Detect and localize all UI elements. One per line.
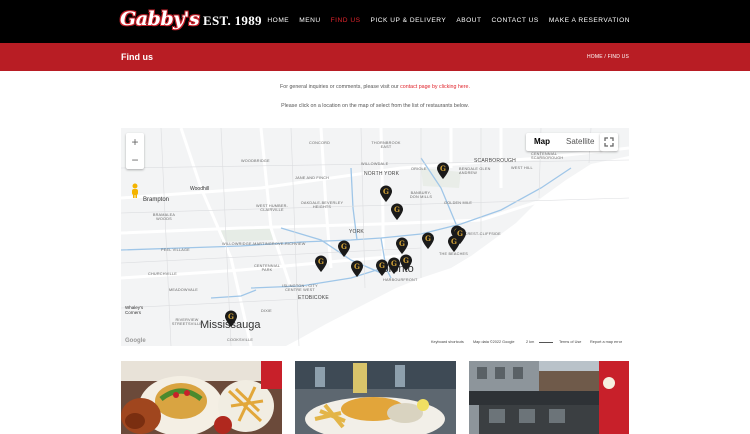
street-view-pegman-icon[interactable] — [129, 183, 141, 199]
map-label-etobicoke: ETOBICOKE — [298, 295, 329, 301]
map-scale-label: 2 km — [526, 340, 535, 344]
map-label-west-humber: WEST HUMBER-CLAIRVILLE — [255, 204, 289, 212]
nav-contact[interactable]: CONTACT US — [492, 17, 539, 24]
svg-text:G: G — [383, 187, 389, 196]
locations-map[interactable]: CONCORD THORNBROOK EAST WILLOWDALE NORTH… — [121, 128, 629, 346]
map-label-concord: CONCORD — [309, 141, 331, 145]
map-label-golden-mile: GOLDEN MILE — [444, 201, 473, 205]
svg-text:G: G — [403, 256, 409, 265]
location-pin[interactable]: G — [350, 260, 364, 278]
svg-text:G: G — [440, 164, 446, 173]
location-pin[interactable]: G — [395, 237, 409, 255]
svg-text:G: G — [451, 237, 457, 246]
map-label-centennial-scarborough: CENTENNIAL SCARBOROUGH — [531, 152, 564, 160]
svg-text:G: G — [425, 234, 431, 243]
location-pin[interactable]: G — [436, 162, 450, 180]
map-label-meadowvale: MEADOWVALE — [169, 288, 198, 292]
google-logo[interactable]: Google — [125, 338, 146, 344]
map-label-oriole: Oriole — [411, 167, 427, 171]
map-label-bramalea: BRAMALEA WOODS — [152, 213, 176, 221]
map-label-york: YORK — [349, 229, 364, 235]
food-photo-wings-tacos — [121, 361, 282, 434]
intro-map-instructions: Please click on a location on the map of… — [281, 103, 469, 109]
breadcrumb: HOME / FIND US — [587, 54, 629, 60]
map-base-layer — [121, 128, 629, 346]
location-pin[interactable]: G — [337, 240, 351, 258]
map-label-peel-village: PEEL VILLAGE — [161, 248, 190, 252]
map-type-toggle: Map Satellite — [526, 133, 603, 151]
logo-established: EST. 1989 — [203, 13, 262, 28]
map-label-woodhill: Woodhill — [190, 186, 210, 192]
map-label-north-york: NORTH YORK — [364, 171, 400, 177]
location-pin[interactable]: G — [421, 232, 435, 250]
breadcrumb-separator: / — [604, 54, 606, 60]
svg-text:G: G — [354, 262, 360, 271]
nav-about[interactable]: ABOUT — [456, 17, 481, 24]
svg-text:G: G — [399, 239, 405, 248]
svg-text:G: G — [394, 205, 400, 214]
map-label-whaleys-corners: Whaley's Corners — [125, 305, 144, 315]
contact-page-link[interactable]: contact page by clicking here. — [400, 84, 470, 90]
intro-contact-text: For general inquiries or comments, pleas… — [0, 84, 750, 90]
location-pin[interactable]: G — [379, 185, 393, 203]
nav-home[interactable]: HOME — [267, 17, 289, 24]
map-type-map-button[interactable]: Map — [526, 133, 558, 151]
nav-pickup-delivery[interactable]: PICK UP & DELIVERY — [371, 17, 447, 24]
map-label-harbourfront: HARBOURFRONT — [383, 278, 418, 282]
map-footer: Google Keyboard shortcuts Map data ©2022… — [121, 337, 629, 346]
intro-contact-prefix: For general inquiries or comments, pleas… — [280, 84, 401, 90]
map-label-woodbridge: WOODBRIDGE — [241, 159, 270, 163]
location-pin[interactable]: G — [390, 203, 404, 221]
map-label-churchville: CHURCHVILLE — [148, 272, 177, 276]
svg-text:G: G — [318, 257, 324, 266]
map-label-jane-finch: JANE AND FINCH — [295, 176, 330, 180]
keyboard-shortcuts-link[interactable]: Keyboard shortcuts — [431, 340, 464, 344]
restaurant-patio-photo — [469, 361, 629, 434]
zoom-in-button[interactable]: + — [126, 133, 144, 151]
nav-menu[interactable]: MENU — [299, 17, 320, 24]
location-pin[interactable]: G — [375, 259, 389, 277]
report-map-error-link[interactable]: Report a map error — [590, 340, 622, 344]
map-type-satellite-button[interactable]: Satellite — [558, 133, 602, 151]
map-data-attribution: Map data ©2022 Google — [473, 340, 515, 344]
location-pin[interactable]: G — [447, 235, 461, 253]
map-label-bendale: BENDALE GLEN ANDREW — [459, 167, 491, 175]
svg-text:G: G — [379, 261, 385, 270]
fullscreen-icon — [604, 137, 614, 147]
breadcrumb-current: FIND US — [607, 54, 629, 60]
map-label-dixie: DIXIE — [261, 309, 272, 313]
zoom-control: + − — [126, 133, 144, 169]
zoom-out-button[interactable]: − — [126, 151, 144, 169]
main-nav: HOME MENU FIND US PICK UP & DELIVERY ABO… — [257, 17, 630, 24]
map-label-west-hill: WEST HILL — [511, 166, 533, 170]
location-pin[interactable]: G — [399, 254, 413, 272]
fullscreen-button[interactable] — [600, 133, 618, 151]
map-label-oakdale: OAKDALE-BEVERLEY HEIGHTS — [300, 201, 344, 209]
terms-of-use-link[interactable]: Terms of Use — [559, 340, 581, 344]
map-label-islington: ISLINGTON - CITY CENTRE WEST — [282, 284, 318, 292]
map-label-thornbrook: THORNBROOK EAST — [371, 141, 401, 149]
nav-reservation[interactable]: MAKE A RESERVATION — [549, 17, 630, 24]
page-title: Find us — [121, 52, 153, 62]
nav-find-us[interactable]: FIND US — [331, 17, 361, 24]
location-pin[interactable]: G — [224, 310, 238, 328]
map-label-brampton: Brampton — [143, 197, 170, 203]
food-photo-fish-chips — [295, 361, 456, 434]
breadcrumb-home[interactable]: HOME — [587, 54, 603, 60]
logo-wordmark: Gabby's — [120, 8, 200, 30]
map-label-banbury: BANBURY-DON MILLS — [409, 191, 433, 199]
map-label-willowdale: WILLOWDALE — [361, 162, 389, 166]
site-header: Gabby's EST. 1989 HOME MENU FIND US PICK… — [0, 0, 750, 43]
location-pin[interactable]: G — [314, 255, 328, 273]
svg-text:G: G — [228, 312, 234, 321]
svg-text:G: G — [391, 259, 397, 268]
map-label-centennial-park: CENTENNIAL PARK — [253, 264, 281, 272]
page-title-bar: Find us HOME / FIND US — [0, 43, 750, 71]
map-label-scarborough: SCARBOROUGH — [474, 158, 516, 164]
map-label-willowridge: WILLOWRIDGE-MARTINGROVE-RICHVIEW — [222, 242, 306, 246]
page: Gabby's EST. 1989 HOME MENU FIND US PICK… — [0, 0, 750, 434]
svg-text:G: G — [341, 242, 347, 251]
